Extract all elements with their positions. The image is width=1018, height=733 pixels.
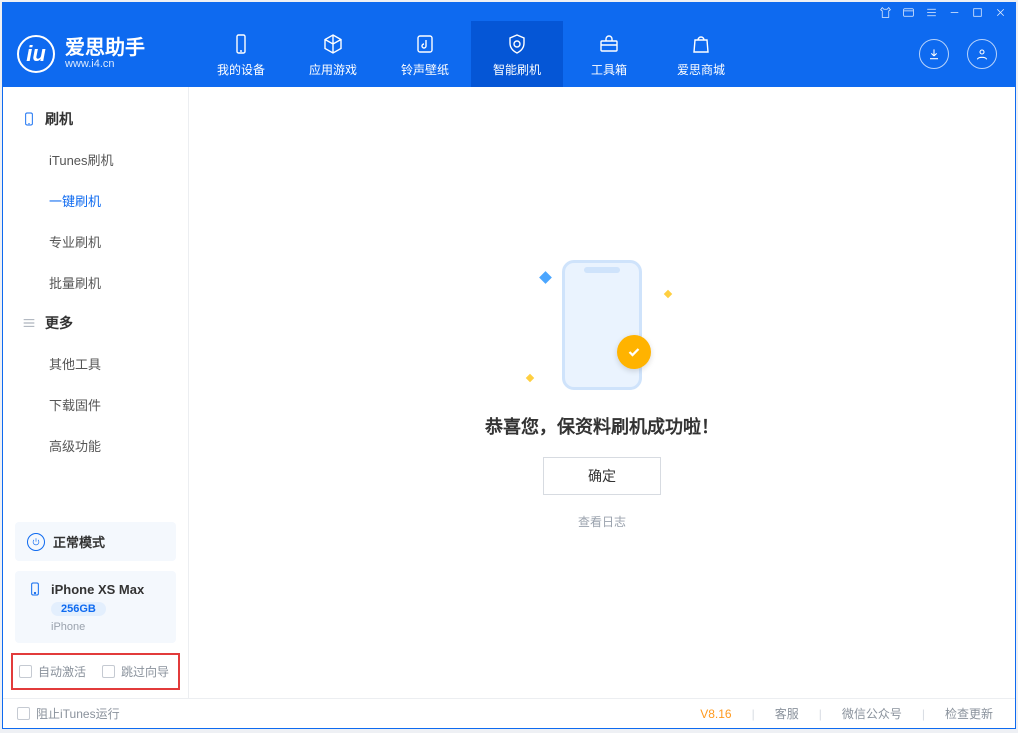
cube-icon <box>321 31 345 57</box>
sidebar-section-more: 更多 <box>3 303 188 343</box>
main-content: 恭喜您，保资料刷机成功啦！ 确定 查看日志 <box>189 87 1015 698</box>
brand-title: 爱思助手 <box>65 38 145 59</box>
device-card[interactable]: iPhone XS Max 256GB iPhone <box>15 571 176 643</box>
nav-label: 我的设备 <box>217 61 265 78</box>
phone-graphic-icon <box>562 260 642 390</box>
footer-link-support[interactable]: 客服 <box>767 705 807 722</box>
nav-label: 智能刷机 <box>493 61 541 78</box>
version-label: V8.16 <box>700 707 731 721</box>
sidebar: 刷机 iTunes刷机 一键刷机 专业刷机 批量刷机 更多 其他工具 下载固件 … <box>3 87 189 698</box>
shirt-icon[interactable] <box>879 6 892 19</box>
confirm-button[interactable]: 确定 <box>543 457 661 495</box>
music-note-icon <box>413 31 437 57</box>
nav-my-device[interactable]: 我的设备 <box>195 21 287 87</box>
checkbox-auto-activate[interactable]: 自动激活 <box>19 663 86 680</box>
body: 刷机 iTunes刷机 一键刷机 专业刷机 批量刷机 更多 其他工具 下载固件 … <box>3 87 1015 698</box>
sidebar-section-flash: 刷机 <box>3 99 188 139</box>
brand-subtitle: www.i4.cn <box>65 59 145 71</box>
menu-icon[interactable] <box>925 6 938 19</box>
footer-link-update[interactable]: 检查更新 <box>937 705 1001 722</box>
nav: 我的设备 应用游戏 铃声壁纸 智能刷机 工具箱 爱思商城 <box>195 21 747 87</box>
checkbox-label: 阻止iTunes运行 <box>36 705 120 722</box>
header: iu 爱思助手 www.i4.cn 我的设备 应用游戏 铃声壁纸 智能刷机 <box>3 21 1015 87</box>
checkmark-badge-icon <box>617 335 651 369</box>
checkbox-box-icon <box>102 665 115 678</box>
phone-icon <box>27 581 43 597</box>
store-bag-icon <box>689 31 713 57</box>
account-button[interactable] <box>967 39 997 69</box>
checkbox-box-icon <box>19 665 32 678</box>
nav-label: 应用游戏 <box>309 61 357 78</box>
device-icon <box>229 31 253 57</box>
nav-apps-games[interactable]: 应用游戏 <box>287 21 379 87</box>
checkbox-label: 自动激活 <box>38 663 86 680</box>
nav-ringtones-wallpapers[interactable]: 铃声壁纸 <box>379 21 471 87</box>
titlebar <box>3 3 1015 21</box>
sidebar-item-other-tools[interactable]: 其他工具 <box>3 343 188 384</box>
sidebar-item-advanced[interactable]: 高级功能 <box>3 425 188 466</box>
header-actions <box>919 21 997 87</box>
close-icon[interactable] <box>994 6 1007 19</box>
brand: iu 爱思助手 www.i4.cn <box>17 21 195 87</box>
maximize-icon[interactable] <box>971 6 984 19</box>
nav-label: 爱思商城 <box>677 61 725 78</box>
sidebar-item-oneclick-flash[interactable]: 一键刷机 <box>3 180 188 221</box>
success-illustration <box>517 255 687 395</box>
nav-label: 铃声壁纸 <box>401 61 449 78</box>
mode-label: 正常模式 <box>53 532 105 551</box>
checkbox-block-itunes[interactable]: 阻止iTunes运行 <box>17 705 120 722</box>
downloads-button[interactable] <box>919 39 949 69</box>
section-title: 更多 <box>45 313 73 333</box>
nav-toolbox[interactable]: 工具箱 <box>563 21 655 87</box>
power-icon <box>27 533 45 551</box>
checkbox-label: 跳过向导 <box>121 663 169 680</box>
minimize-icon[interactable] <box>948 6 961 19</box>
checkbox-box-icon <box>17 707 30 720</box>
shield-refresh-icon <box>505 31 529 57</box>
checkbox-skip-guide[interactable]: 跳过向导 <box>102 663 169 680</box>
nav-store[interactable]: 爱思商城 <box>655 21 747 87</box>
feedback-icon[interactable] <box>902 6 915 19</box>
toolbox-icon <box>597 31 621 57</box>
options-highlight-box: 自动激活 跳过向导 <box>11 653 180 690</box>
brand-logo-icon: iu <box>17 35 55 73</box>
sidebar-item-download-firmware[interactable]: 下载固件 <box>3 384 188 425</box>
sidebar-item-batch-flash[interactable]: 批量刷机 <box>3 262 188 303</box>
device-name: iPhone XS Max <box>51 582 144 597</box>
success-message: 恭喜您，保资料刷机成功啦！ <box>485 413 719 439</box>
phone-outline-icon <box>21 111 37 127</box>
mode-card[interactable]: 正常模式 <box>15 522 176 561</box>
footer: 阻止iTunes运行 V8.16 | 客服 | 微信公众号 | 检查更新 <box>3 698 1015 728</box>
app-window: iu 爱思助手 www.i4.cn 我的设备 应用游戏 铃声壁纸 智能刷机 <box>2 2 1016 729</box>
view-log-link[interactable]: 查看日志 <box>578 513 626 530</box>
device-type: iPhone <box>51 621 164 633</box>
footer-link-wechat[interactable]: 微信公众号 <box>834 705 910 722</box>
section-title: 刷机 <box>45 109 73 129</box>
nav-label: 工具箱 <box>591 61 627 78</box>
device-capacity-badge: 256GB <box>51 602 106 616</box>
sidebar-item-itunes-flash[interactable]: iTunes刷机 <box>3 139 188 180</box>
sidebar-item-pro-flash[interactable]: 专业刷机 <box>3 221 188 262</box>
nav-smart-flash[interactable]: 智能刷机 <box>471 21 563 87</box>
list-icon <box>21 315 37 331</box>
